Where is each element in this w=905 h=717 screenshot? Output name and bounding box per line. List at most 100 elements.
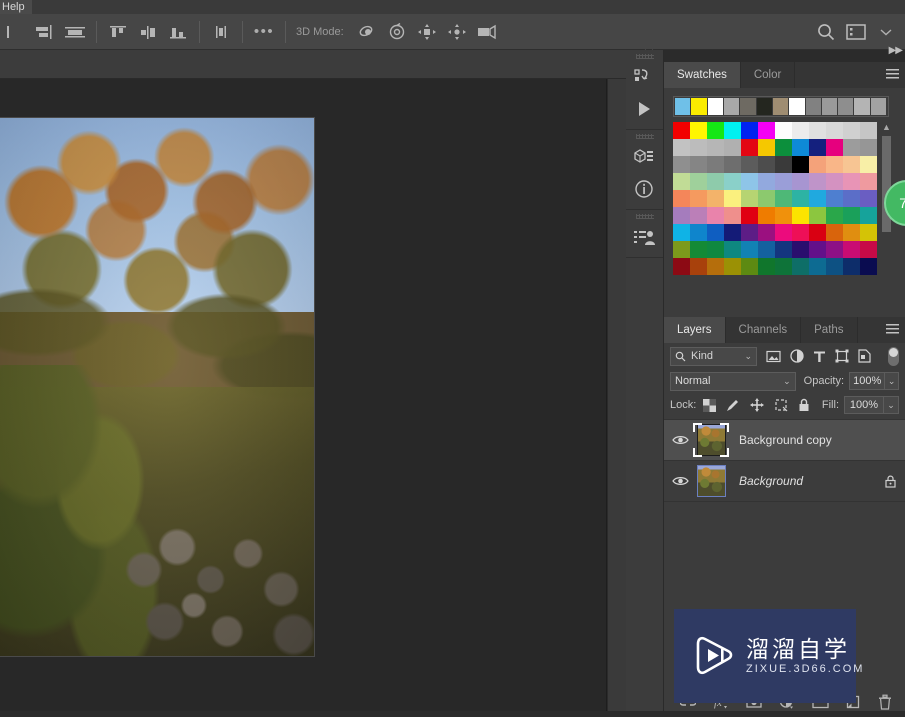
- panel-menu-icon[interactable]: [886, 324, 899, 335]
- color-swatch-8-4[interactable]: [741, 258, 758, 275]
- eye-icon[interactable]: [668, 434, 692, 446]
- color-swatch-3-10[interactable]: [843, 173, 860, 190]
- layer-thumbnail[interactable]: [692, 423, 730, 457]
- table-row[interactable]: Background copy: [664, 420, 905, 461]
- delete-layer-icon[interactable]: [878, 694, 892, 710]
- color-swatch-6-0[interactable]: [673, 224, 690, 241]
- color-swatch-6-4[interactable]: [741, 224, 758, 241]
- dock-expand-button[interactable]: ▶▶: [889, 45, 903, 62]
- color-swatch-3-5[interactable]: [758, 173, 775, 190]
- color-swatch-5-2[interactable]: [707, 207, 724, 224]
- color-swatch-3-9[interactable]: [826, 173, 843, 190]
- recent-swatch-9[interactable]: [821, 98, 838, 115]
- color-swatch-2-8[interactable]: [809, 156, 826, 173]
- color-swatch-1-7[interactable]: [792, 139, 809, 156]
- color-swatch-5-11[interactable]: [860, 207, 877, 224]
- tab-color[interactable]: Color: [740, 62, 796, 88]
- filter-enable-toggle[interactable]: [888, 346, 899, 366]
- color-swatch-7-1[interactable]: [690, 241, 707, 258]
- lock-all-icon[interactable]: [798, 398, 810, 412]
- color-swatch-8-1[interactable]: [690, 258, 707, 275]
- color-swatch-1-5[interactable]: [758, 139, 775, 156]
- color-swatch-1-0[interactable]: [673, 139, 690, 156]
- recent-swatch-11[interactable]: [854, 98, 870, 115]
- search-icon[interactable]: [813, 19, 839, 45]
- color-swatch-7-3[interactable]: [724, 241, 741, 258]
- color-swatch-6-6[interactable]: [775, 224, 792, 241]
- color-swatch-3-8[interactable]: [809, 173, 826, 190]
- color-swatch-6-5[interactable]: [758, 224, 775, 241]
- color-swatch-4-10[interactable]: [843, 190, 860, 207]
- properties-icon[interactable]: [626, 221, 662, 253]
- opacity-chevron-down-icon[interactable]: ⌄: [885, 372, 899, 390]
- lock-position-icon[interactable]: [750, 398, 765, 412]
- table-row[interactable]: Background: [664, 461, 905, 502]
- lock-icon[interactable]: [875, 475, 905, 488]
- color-swatch-7-9[interactable]: [826, 241, 843, 258]
- color-swatch-6-9[interactable]: [826, 224, 843, 241]
- pan-3d-icon[interactable]: [414, 19, 440, 45]
- rail-drag-handle[interactable]: [635, 214, 654, 219]
- color-swatch-4-0[interactable]: [673, 190, 690, 207]
- history-icon[interactable]: [626, 61, 662, 93]
- color-swatch-5-9[interactable]: [826, 207, 843, 224]
- color-swatch-0-8[interactable]: [809, 122, 826, 139]
- color-swatch-2-11[interactable]: [860, 156, 877, 173]
- tab-swatches[interactable]: Swatches: [664, 62, 741, 88]
- color-swatch-6-11[interactable]: [860, 224, 877, 241]
- color-swatch-8-10[interactable]: [843, 258, 860, 275]
- layer-thumbnail[interactable]: [692, 464, 730, 498]
- color-swatch-7-2[interactable]: [707, 241, 724, 258]
- color-swatch-0-11[interactable]: [860, 122, 877, 139]
- layer-name[interactable]: Background copy: [730, 433, 875, 447]
- slide-3d-icon[interactable]: [444, 19, 470, 45]
- workspace-chevron-down-icon[interactable]: [873, 19, 899, 45]
- color-swatch-2-7[interactable]: [792, 156, 809, 173]
- color-swatch-7-0[interactable]: [673, 241, 690, 258]
- color-swatch-5-4[interactable]: [741, 207, 758, 224]
- color-swatch-4-6[interactable]: [775, 190, 792, 207]
- lock-transparent-pixels-icon[interactable]: [703, 398, 717, 412]
- align-left-edges-icon[interactable]: [2, 19, 28, 45]
- color-swatch-2-2[interactable]: [707, 156, 724, 173]
- color-swatch-7-4[interactable]: [741, 241, 758, 258]
- color-swatch-0-9[interactable]: [826, 122, 843, 139]
- color-swatch-4-7[interactable]: [792, 190, 809, 207]
- color-swatch-6-8[interactable]: [809, 224, 826, 241]
- recent-swatch-5[interactable]: [756, 98, 772, 115]
- recent-swatch-8[interactable]: [805, 98, 821, 115]
- recent-swatch-4[interactable]: [740, 98, 756, 115]
- color-swatch-3-11[interactable]: [860, 173, 877, 190]
- distribute-bottom-icon[interactable]: [165, 19, 191, 45]
- color-swatch-1-9[interactable]: [826, 139, 843, 156]
- rail-drag-handle[interactable]: [635, 134, 654, 139]
- color-swatch-7-5[interactable]: [758, 241, 775, 258]
- blend-mode-select[interactable]: Normal ⌄: [670, 371, 796, 391]
- color-swatch-5-7[interactable]: [792, 207, 809, 224]
- filter-adjustment-icon[interactable]: [790, 349, 804, 363]
- info-icon[interactable]: [626, 173, 662, 205]
- color-swatch-7-10[interactable]: [843, 241, 860, 258]
- layer-name[interactable]: Background: [730, 474, 875, 488]
- color-swatch-7-8[interactable]: [809, 241, 826, 258]
- color-swatch-3-1[interactable]: [690, 173, 707, 190]
- color-swatch-3-4[interactable]: [741, 173, 758, 190]
- color-swatch-5-0[interactable]: [673, 207, 690, 224]
- color-swatch-3-0[interactable]: [673, 173, 690, 190]
- chevron-down-icon[interactable]: ⌄: [783, 376, 791, 387]
- color-swatch-2-4[interactable]: [741, 156, 758, 173]
- color-swatch-7-7[interactable]: [792, 241, 809, 258]
- canvas-area[interactable]: [0, 79, 607, 717]
- color-swatch-5-6[interactable]: [775, 207, 792, 224]
- recent-swatch-3[interactable]: [723, 98, 740, 115]
- color-swatch-6-2[interactable]: [707, 224, 724, 241]
- chevron-up-icon[interactable]: ▲: [880, 122, 893, 133]
- color-swatch-6-7[interactable]: [792, 224, 809, 241]
- color-swatch-5-3[interactable]: [724, 207, 741, 224]
- color-swatch-2-0[interactable]: [673, 156, 690, 173]
- color-swatch-6-1[interactable]: [690, 224, 707, 241]
- lock-artboard-nesting-icon[interactable]: [774, 398, 788, 412]
- swatch-grid[interactable]: [673, 122, 877, 275]
- recent-swatch-0[interactable]: [675, 98, 691, 115]
- recent-swatch-2[interactable]: [707, 98, 723, 115]
